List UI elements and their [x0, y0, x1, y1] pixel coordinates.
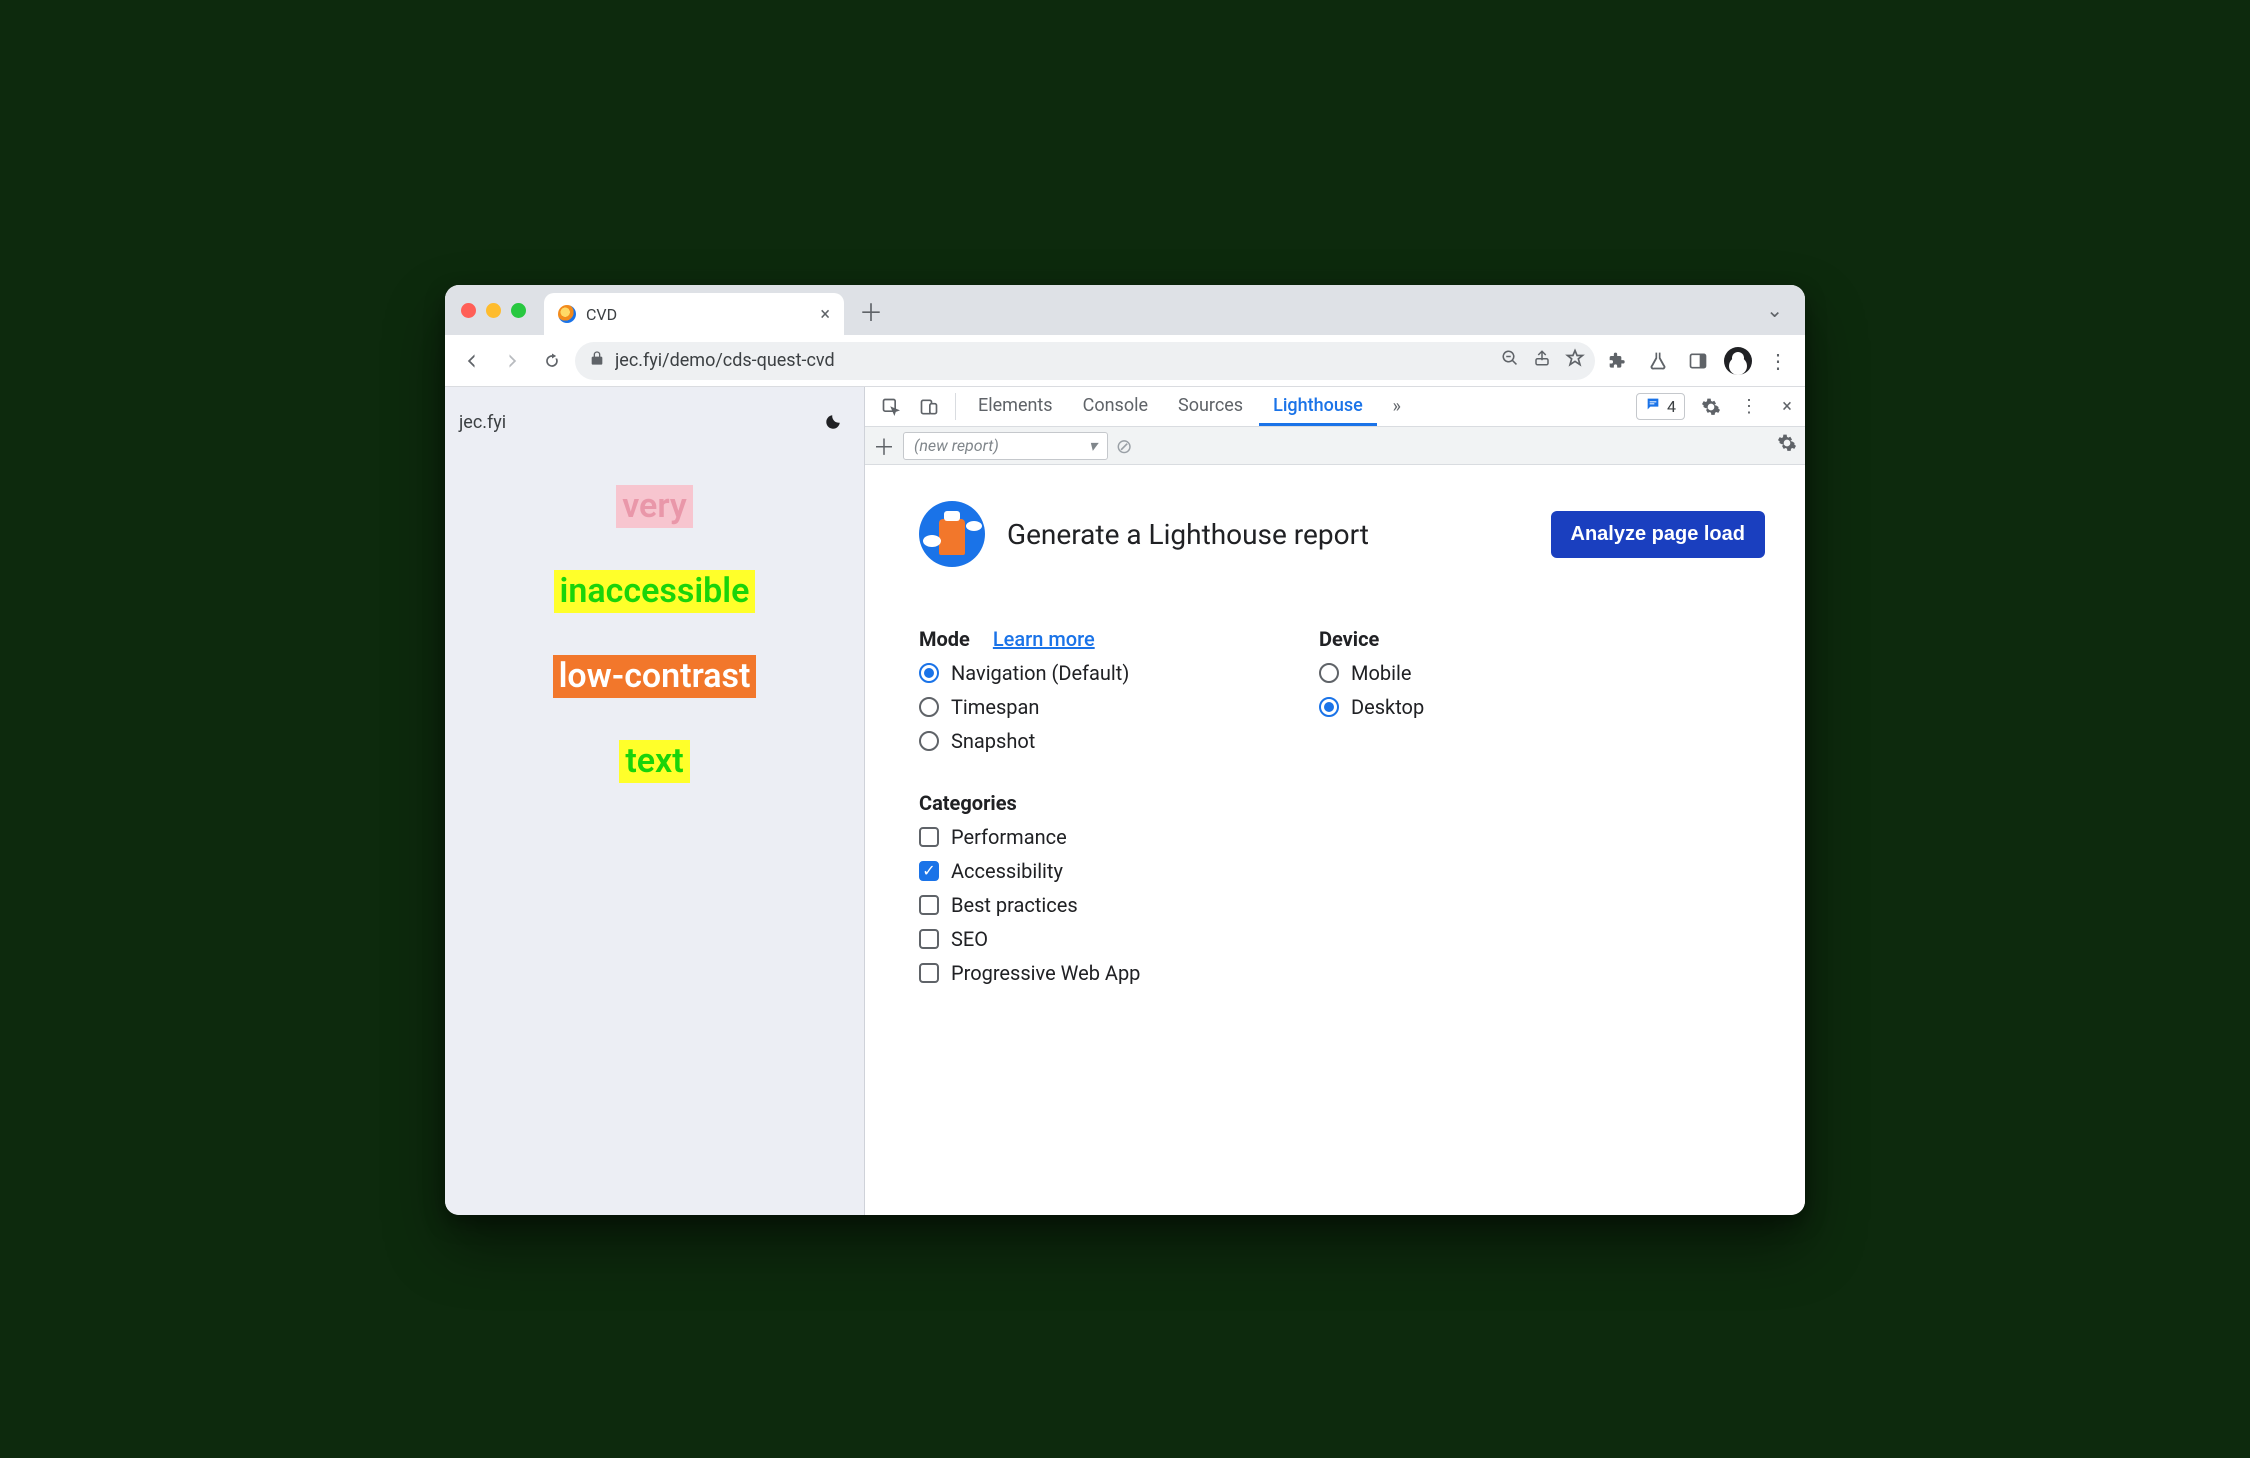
device-label: Device	[1319, 627, 1379, 651]
mode-options: Navigation (Default) Timespan Snapshot	[919, 661, 1289, 753]
browser-window: CVD × ＋ ⌄ jec.fyi/demo/cds-quest-cvd	[445, 285, 1805, 1215]
category-check-accessibility[interactable]: Accessibility	[919, 859, 1765, 883]
lighthouse-settings-icon[interactable]	[1777, 433, 1797, 458]
devtools-close-icon[interactable]: ×	[1769, 387, 1805, 426]
demo-word: text	[619, 740, 689, 783]
omnibox-actions	[1501, 348, 1585, 373]
mode-label: Mode	[919, 627, 970, 651]
share-icon[interactable]	[1533, 349, 1551, 372]
profile-avatar[interactable]	[1721, 344, 1755, 378]
device-radio-mobile[interactable]: Mobile	[1319, 661, 1765, 685]
category-check-pwa[interactable]: Progressive Web App	[919, 961, 1765, 985]
tab-title: CVD	[586, 305, 810, 324]
lighthouse-title: Generate a Lighthouse report	[1007, 518, 1529, 551]
lighthouse-toolbar: ＋ (new report) ▾ ⊘	[865, 427, 1805, 465]
window-controls	[457, 285, 544, 335]
device-options: Mobile Desktop	[1319, 661, 1765, 719]
tab-strip: CVD × ＋ ⌄	[445, 285, 1805, 335]
clear-icon[interactable]: ⊘	[1116, 434, 1133, 458]
categories-section: Categories Performance Accessibility Bes…	[919, 791, 1765, 985]
maximize-window-icon[interactable]	[511, 303, 526, 318]
tabs-overflow-icon[interactable]: ⌄	[1756, 298, 1793, 322]
content-area: jec.fyi very inaccessible low-contrast t…	[445, 387, 1805, 1215]
browser-menu-icon[interactable]: ⋮	[1761, 344, 1795, 378]
bookmark-star-icon[interactable]	[1565, 348, 1585, 373]
learn-more-link[interactable]: Learn more	[993, 627, 1095, 651]
mode-radio-snapshot[interactable]: Snapshot	[919, 729, 1289, 753]
favicon-icon	[558, 305, 576, 323]
back-button[interactable]	[455, 344, 489, 378]
new-tab-button[interactable]: ＋	[854, 293, 888, 327]
devtools-panel: Elements Console Sources Lighthouse » 4	[865, 387, 1805, 1215]
mode-radio-timespan[interactable]: Timespan	[919, 695, 1289, 719]
chat-icon	[1645, 396, 1661, 417]
minimize-window-icon[interactable]	[486, 303, 501, 318]
devtools-menu-icon[interactable]: ⋮	[1731, 387, 1767, 426]
demo-word: low-contrast	[553, 655, 757, 698]
issues-count: 4	[1667, 397, 1676, 416]
demo-words: very inaccessible low-contrast text	[459, 485, 850, 783]
reload-button[interactable]	[535, 344, 569, 378]
report-placeholder: (new report)	[914, 436, 999, 455]
devtools-tab-sources[interactable]: Sources	[1164, 387, 1257, 426]
category-check-performance[interactable]: Performance	[919, 825, 1765, 849]
devtools-tab-elements[interactable]: Elements	[964, 387, 1067, 426]
devtools-settings-icon[interactable]	[1693, 387, 1729, 426]
close-tab-icon[interactable]: ×	[820, 304, 830, 325]
zoom-icon[interactable]	[1501, 349, 1519, 372]
device-radio-desktop[interactable]: Desktop	[1319, 695, 1765, 719]
devtools-tab-lighthouse[interactable]: Lighthouse	[1259, 387, 1377, 426]
lock-icon	[589, 350, 605, 371]
address-bar[interactable]: jec.fyi/demo/cds-quest-cvd	[575, 342, 1595, 380]
devtools-tabbar: Elements Console Sources Lighthouse » 4	[865, 387, 1805, 427]
devtools-tab-console[interactable]: Console	[1069, 387, 1162, 426]
more-tabs-icon[interactable]: »	[1379, 387, 1415, 426]
mode-section: Mode Learn more Navigation (Default) Tim…	[919, 627, 1289, 753]
demo-word: inaccessible	[554, 570, 756, 613]
page-brand: jec.fyi	[459, 412, 506, 433]
chevron-down-icon: ▾	[1089, 436, 1097, 455]
categories-label: Categories	[919, 791, 1017, 815]
report-dropdown[interactable]: (new report) ▾	[903, 432, 1108, 460]
extensions-icon[interactable]	[1601, 344, 1635, 378]
new-report-button[interactable]: ＋	[873, 430, 895, 462]
browser-toolbar: jec.fyi/demo/cds-quest-cvd ⋮	[445, 335, 1805, 387]
category-options: Performance Accessibility Best practices…	[919, 825, 1765, 985]
lighthouse-logo-icon	[919, 501, 985, 567]
close-window-icon[interactable]	[461, 303, 476, 318]
demo-word: very	[616, 485, 693, 528]
analyze-button[interactable]: Analyze page load	[1551, 511, 1766, 558]
url-text: jec.fyi/demo/cds-quest-cvd	[615, 350, 1491, 371]
inspect-element-icon[interactable]	[873, 387, 909, 426]
category-check-best-practices[interactable]: Best practices	[919, 893, 1765, 917]
lighthouse-panel: Generate a Lighthouse report Analyze pag…	[865, 465, 1805, 1215]
labs-icon[interactable]	[1641, 344, 1675, 378]
mode-radio-navigation[interactable]: Navigation (Default)	[919, 661, 1289, 685]
device-toolbar-icon[interactable]	[911, 387, 947, 426]
side-panel-icon[interactable]	[1681, 344, 1715, 378]
device-section: Device Mobile Desktop	[1319, 627, 1765, 753]
category-check-seo[interactable]: SEO	[919, 927, 1765, 951]
forward-button[interactable]	[495, 344, 529, 378]
dark-mode-toggle[interactable]	[816, 405, 850, 439]
issues-badge[interactable]: 4	[1636, 393, 1685, 420]
browser-tab[interactable]: CVD ×	[544, 293, 844, 335]
webpage-viewport: jec.fyi very inaccessible low-contrast t…	[445, 387, 865, 1215]
